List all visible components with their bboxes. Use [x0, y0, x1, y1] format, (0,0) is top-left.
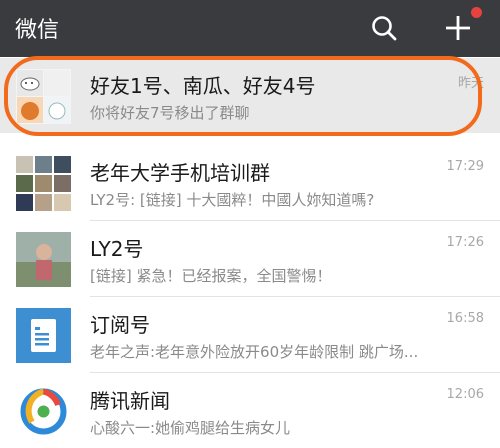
chat-row-3[interactable]: LY2号 [链接] 紧急！已经报案，全国警惕！ 17:26: [0, 221, 500, 296]
group-avatar: [16, 156, 71, 211]
chat-time: 昨天: [457, 76, 484, 91]
chat-last-message: LY2号: [链接] 十大國粹！中國人妳知道嗎?: [90, 191, 375, 209]
chat-time: 17:29: [446, 159, 484, 174]
chat-name: 订阅号: [90, 313, 150, 337]
notification-dot: [471, 7, 482, 18]
chat-time: 12:06: [446, 387, 484, 402]
chat-name: 老年大学手机培训群: [90, 161, 270, 185]
search-icon[interactable]: [370, 14, 398, 42]
app-title: 微信: [15, 18, 60, 43]
chat-row-2[interactable]: 老年大学手机培训群 LY2号: [链接] 十大國粹！中國人妳知道嗎? 17:29: [0, 145, 500, 220]
chat-name: LY2号: [90, 237, 144, 261]
chat-last-message: 老年之声:老年意外险放开60岁年龄限制 跳广场...: [90, 343, 419, 361]
chat-last-message: [链接] 紧急！已经报案，全国警惕！: [90, 267, 332, 285]
chat-row-5[interactable]: 腾讯新闻 心酸六一:她偷鸡腿给生病女儿 12:06: [0, 373, 500, 448]
chat-row-4[interactable]: 订阅号 老年之声:老年意外险放开60岁年龄限制 跳广场... 16:58: [0, 297, 500, 372]
user-avatar: [16, 232, 71, 287]
top-bar: 微信: [0, 0, 500, 57]
subscription-icon: [16, 308, 71, 363]
chat-time: 16:58: [446, 311, 484, 326]
plus-icon[interactable]: [442, 12, 474, 44]
chat-name: 腾讯新闻: [90, 389, 170, 413]
group-avatar: [16, 69, 71, 124]
tencent-news-icon: [16, 384, 71, 439]
chat-time: 17:26: [446, 235, 484, 250]
chat-name: 好友1号、南瓜、好友4号: [90, 74, 316, 98]
chat-last-message: 心酸六一:她偷鸡腿给生病女儿: [90, 419, 291, 437]
chat-row-1[interactable]: 好友1号、南瓜、好友4号 你将好友7号移出了群聊 昨天: [0, 58, 500, 133]
chat-last-message: 你将好友7号移出了群聊: [90, 104, 250, 122]
